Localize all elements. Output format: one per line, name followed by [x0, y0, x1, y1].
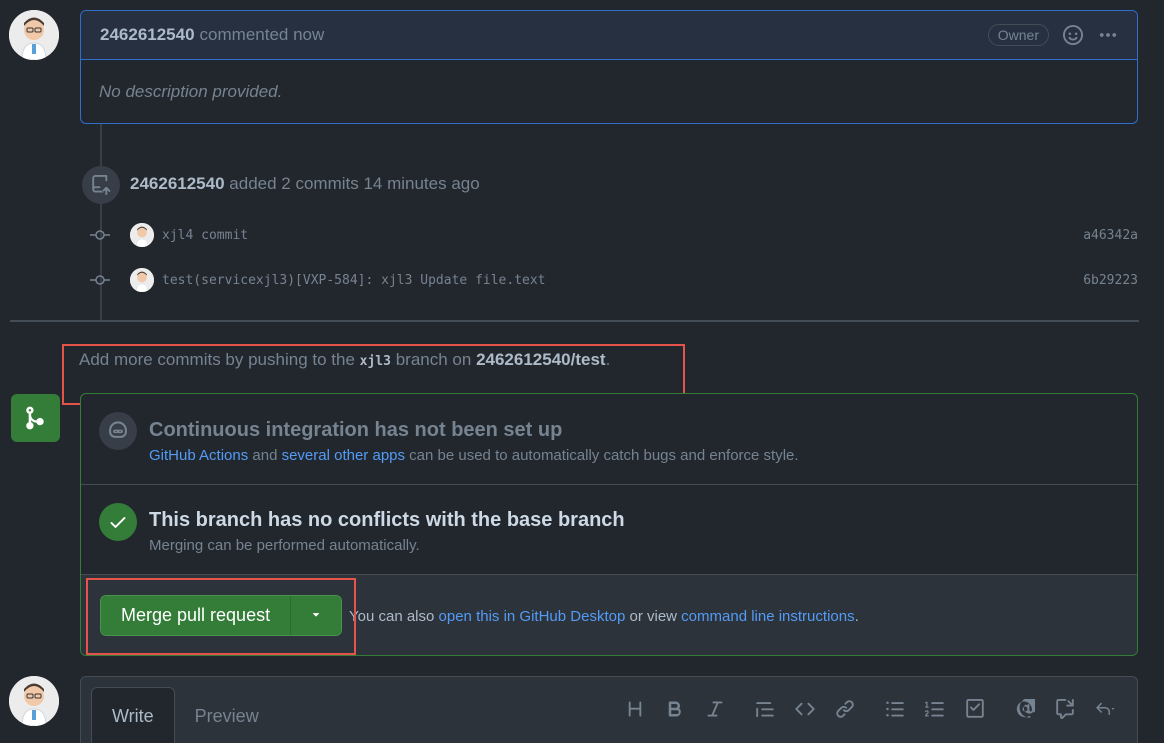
commit-message[interactable]: xjl4 commit: [162, 228, 248, 243]
alt-suffix: .: [854, 608, 859, 625]
conflict-section: This branch has no conflicts with the ba…: [81, 485, 1137, 575]
owner-badge: Owner: [987, 24, 1049, 46]
merge-button-group: Merge pull request: [100, 595, 343, 636]
ci-subtitle: GitHub Actions and several other apps ca…: [149, 447, 799, 464]
github-actions-link[interactable]: GitHub Actions: [149, 447, 248, 464]
current-user-avatar[interactable]: [9, 676, 59, 726]
push-hint-suffix: .: [605, 350, 611, 369]
event-author[interactable]: 2462612540: [130, 174, 225, 193]
comment-timestamp[interactable]: commented now: [200, 25, 325, 45]
push-hint-middle: branch on: [395, 350, 472, 369]
code-icon[interactable]: [785, 695, 825, 723]
repo-link[interactable]: 2462612540/test: [476, 350, 606, 369]
alt-mid: or view: [629, 608, 677, 625]
comment-card: 2462612540 commented now Owner No descri…: [80, 10, 1138, 124]
repo-push-icon: [82, 166, 120, 204]
comment-author[interactable]: 2462612540: [100, 25, 195, 45]
merge-box: Continuous integration has not been set …: [80, 393, 1138, 656]
push-hint-prefix: Add more commits by pushing to the: [79, 350, 355, 369]
triangle-down-icon: [310, 608, 322, 624]
cross-reference-icon[interactable]: [1045, 695, 1085, 723]
ci-and: and: [252, 447, 278, 464]
robot-icon: [99, 412, 137, 450]
merge-action-section: Merge pull request You can also open thi…: [81, 575, 1137, 655]
ci-rest: can be used to automatically catch bugs …: [409, 447, 799, 464]
other-apps-link[interactable]: several other apps: [282, 447, 405, 464]
command-line-link[interactable]: command line instructions: [681, 608, 854, 625]
editor-tabs: Write Preview: [91, 687, 279, 743]
commit-author-avatar[interactable]: [130, 268, 154, 292]
commits-event-text: 2462612540 added 2 commits 14 minutes ag…: [130, 174, 480, 194]
merge-pull-request-button[interactable]: Merge pull request: [101, 596, 292, 635]
comment-editor: Write Preview: [80, 676, 1138, 743]
conflict-title: This branch has no conflicts with the ba…: [149, 509, 625, 531]
italic-icon[interactable]: [695, 695, 735, 723]
commit-node-icon: [88, 228, 112, 242]
tab-write[interactable]: Write: [91, 687, 175, 743]
ordered-list-icon[interactable]: [915, 695, 955, 723]
mention-icon[interactable]: [1005, 695, 1045, 723]
unordered-list-icon[interactable]: [875, 695, 915, 723]
conflict-subtitle: Merging can be performed automatically.: [149, 537, 420, 554]
git-merge-icon: [11, 394, 60, 442]
comment-body: No description provided.: [99, 82, 283, 101]
check-icon: [99, 503, 137, 541]
timeline-divider: [10, 320, 1139, 322]
event-description: added 2 commits 14 minutes ago: [229, 174, 480, 193]
ci-section: Continuous integration has not been set …: [81, 394, 1137, 485]
comment-header: 2462612540 commented now Owner: [81, 11, 1137, 60]
ci-title: Continuous integration has not been set …: [149, 419, 563, 441]
bold-icon[interactable]: [655, 695, 695, 723]
commit-message[interactable]: test(servicexjl3)[VXP-584]: xjl3 Update …: [162, 273, 546, 288]
link-icon[interactable]: [825, 695, 865, 723]
alt-prefix: You can also: [349, 608, 435, 625]
commit-row: test(servicexjl3)[VXP-584]: xjl3 Update …: [88, 268, 1138, 292]
commit-sha[interactable]: 6b29223: [1083, 273, 1138, 288]
commit-author-avatar[interactable]: [130, 223, 154, 247]
reply-icon[interactable]: [1085, 695, 1125, 723]
heading-icon[interactable]: [615, 695, 655, 723]
commit-node-icon: [88, 273, 112, 287]
commit-sha[interactable]: a46342a: [1083, 228, 1138, 243]
branch-name: xjl3: [359, 354, 391, 369]
tab-preview[interactable]: Preview: [175, 687, 279, 743]
merge-method-dropdown[interactable]: [291, 596, 342, 635]
merge-alternatives: You can also open this in GitHub Desktop…: [349, 608, 859, 625]
push-hint: Add more commits by pushing to the xjl3 …: [79, 350, 610, 370]
commit-row: xjl4 commit a46342a: [88, 223, 1138, 247]
markdown-toolbar: [615, 695, 1125, 723]
github-desktop-link[interactable]: open this in GitHub Desktop: [439, 608, 626, 625]
commenter-avatar[interactable]: [9, 10, 59, 60]
task-list-icon[interactable]: [955, 695, 995, 723]
smiley-icon[interactable]: [1063, 25, 1083, 45]
kebab-menu-icon[interactable]: [1097, 25, 1119, 45]
quote-icon[interactable]: [745, 695, 785, 723]
